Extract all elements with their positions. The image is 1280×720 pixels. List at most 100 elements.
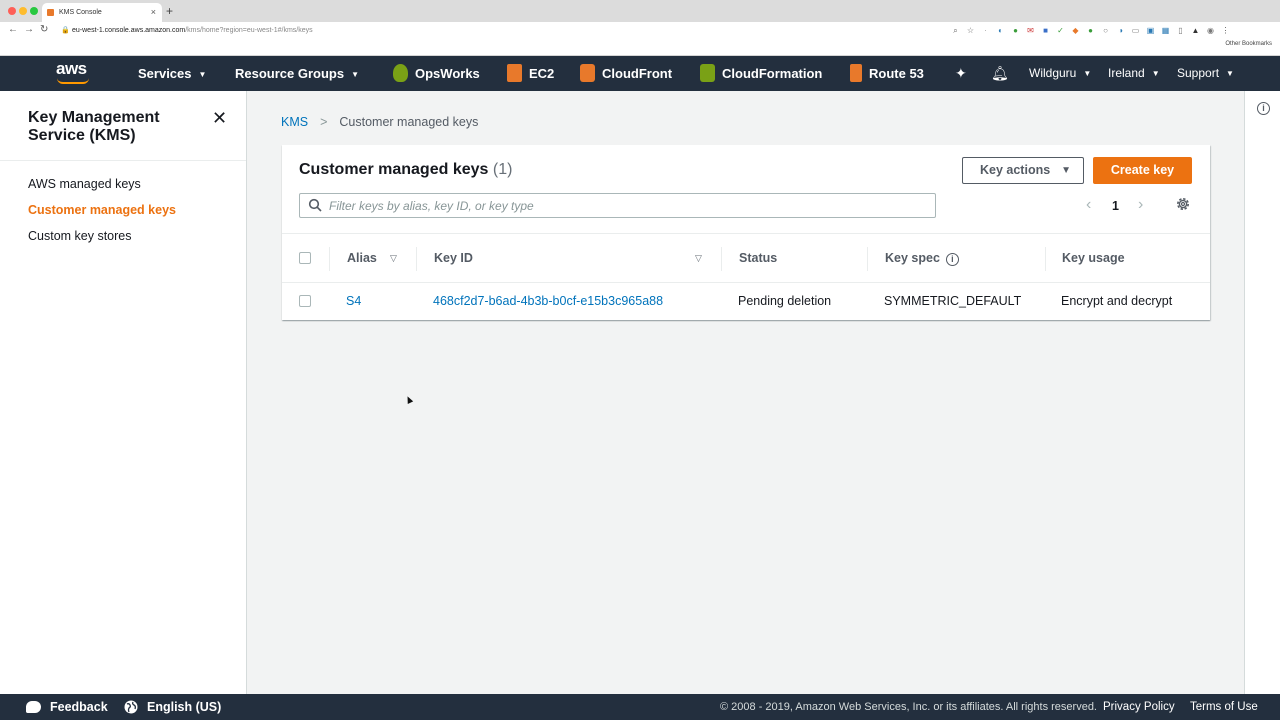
current-page-number[interactable]: 1 (1112, 199, 1119, 213)
info-icon[interactable]: i (1257, 102, 1270, 115)
next-page-button[interactable]: › (1138, 196, 1143, 214)
services-menu[interactable]: Services ▼ (138, 56, 206, 91)
feedback-button[interactable]: Feedback (26, 694, 108, 720)
shortcut-cloudfront[interactable]: CloudFront (580, 56, 672, 91)
sidebar-item-aws-managed-keys[interactable]: AWS managed keys (28, 177, 141, 191)
region-menu[interactable]: Ireland ▼ (1108, 56, 1160, 91)
extension-icon[interactable]: ▲ (1190, 25, 1201, 36)
panel-title-text: Customer managed keys (299, 161, 489, 178)
extension-icon[interactable]: ▣ (1145, 25, 1156, 36)
row-select-checkbox[interactable] (299, 295, 311, 307)
column-header-key-usage[interactable]: Key usage (1062, 234, 1125, 283)
pin-icon[interactable]: ✦ (955, 56, 967, 91)
browser-menu-icon[interactable]: ⋮ (1220, 25, 1231, 36)
help-rail: i (1244, 91, 1280, 694)
filter-field[interactable] (299, 193, 936, 218)
key-spec-label: Key spec (885, 251, 940, 265)
extension-icon[interactable]: ● (1010, 25, 1021, 36)
extension-icon[interactable]: ✉ (1025, 25, 1036, 36)
language-selector[interactable]: English (US) (124, 694, 221, 720)
column-header-key-id[interactable]: Key ID (434, 234, 473, 283)
extension-icon[interactable]: ✓ (1055, 25, 1066, 36)
table-row: S4 468cf2d7-b6ad-4b3b-b0cf-e15b3c965a88 … (282, 283, 1210, 320)
sidebar-item-customer-managed-keys[interactable]: Customer managed keys (28, 203, 176, 217)
shortcut-opsworks[interactable]: OpsWorks (393, 56, 480, 91)
key-actions-button[interactable]: Key actions ▼ (962, 157, 1084, 184)
shortcut-label: OpsWorks (415, 66, 480, 81)
resource-groups-menu[interactable]: Resource Groups ▼ (235, 56, 359, 91)
caret-down-icon: ▼ (1061, 165, 1071, 176)
cloudfront-icon (580, 64, 595, 82)
support-menu[interactable]: Support ▼ (1177, 56, 1234, 91)
extension-icon[interactable]: ▭ (1130, 25, 1141, 36)
services-label: Services (138, 66, 192, 81)
info-icon[interactable]: i (945, 253, 959, 266)
new-tab-button[interactable]: + (166, 2, 173, 21)
sort-icon[interactable]: ▽ (695, 234, 702, 283)
sort-icon[interactable]: ▽ (390, 234, 397, 283)
extension-icon[interactable]: ● (1085, 25, 1096, 36)
extension-icon[interactable]: · (980, 25, 991, 36)
extension-icon[interactable]: ▦ (1160, 25, 1171, 36)
zoom-icon[interactable]: ⌕ (950, 25, 961, 36)
address-bar[interactable]: 🔒 eu-west-1.console.aws.amazon.com/kms/h… (56, 23, 986, 38)
privacy-policy-link[interactable]: Privacy Policy (1103, 694, 1175, 720)
shortcut-ec2[interactable]: EC2 (507, 56, 554, 91)
column-header-status[interactable]: Status (739, 234, 777, 283)
speech-bubble-icon (26, 701, 41, 713)
panel-title: Customer managed keys (1) (299, 161, 512, 179)
breadcrumb-kms[interactable]: KMS (281, 115, 308, 129)
column-divider (1045, 247, 1046, 271)
account-menu[interactable]: Wildguru ▼ (1029, 56, 1091, 91)
shortcut-cloudformation[interactable]: CloudFormation (700, 56, 822, 91)
shortcut-route53[interactable]: Route 53 (850, 56, 924, 91)
resource-groups-label: Resource Groups (235, 66, 345, 81)
chevron-down-icon: ▼ (1151, 69, 1160, 78)
aws-logo[interactable]: aws (56, 59, 92, 87)
support-label: Support (1177, 66, 1220, 80)
route53-icon (850, 64, 862, 82)
lock-icon: 🔒 (61, 27, 70, 34)
sidebar-item-custom-key-stores[interactable]: Custom key stores (28, 229, 132, 243)
key-count: (1) (492, 161, 513, 178)
extension-icons: ⌕ ☆ · ◐ ● ✉ ■ ✓ ◆ ● ○ ◑ ▭ ▣ ▦ ▯ ▲ ◉ ⋮ (950, 25, 1231, 37)
browser-tab[interactable]: KMS Console × (42, 3, 162, 22)
close-icon[interactable]: ✕ (212, 109, 227, 127)
select-all-checkbox[interactable] (299, 252, 311, 264)
extension-icon[interactable]: ◆ (1070, 25, 1081, 36)
filter-input[interactable] (329, 194, 929, 217)
region-label: Ireland (1108, 66, 1145, 80)
previous-page-button[interactable]: ‹ (1086, 196, 1091, 214)
minimize-window-button[interactable] (19, 7, 27, 15)
extension-icon[interactable]: ▯ (1175, 25, 1186, 36)
other-bookmarks[interactable]: Other Bookmarks (1225, 41, 1272, 47)
extension-icon[interactable]: ◐ (995, 25, 1006, 36)
column-header-key-spec[interactable]: Key spec i (885, 234, 959, 283)
key-actions-label: Key actions (980, 163, 1051, 177)
back-button[interactable]: ← (8, 23, 18, 37)
forward-button[interactable]: → (24, 23, 34, 37)
breadcrumb: KMS > Customer managed keys (281, 115, 478, 129)
maximize-window-button[interactable] (30, 7, 38, 15)
bell-icon[interactable]: 🔔︎ (991, 56, 1009, 91)
gear-icon[interactable] (1175, 196, 1191, 212)
sidebar: Key Management Service (KMS) ✕ AWS manag… (0, 91, 247, 694)
extension-icon[interactable]: ◑ (1115, 25, 1126, 36)
url-host: eu-west-1.console.aws.amazon.com (72, 27, 186, 34)
aws-logo-text: aws (56, 59, 87, 78)
column-header-alias[interactable]: Alias (347, 234, 377, 283)
reload-button[interactable]: ↻ (40, 23, 48, 37)
close-window-button[interactable] (8, 7, 16, 15)
browser-chrome: KMS Console × + ← → ↻ 🔒 eu-west-1.consol… (0, 0, 1280, 56)
keys-panel: Customer managed keys (1) Key actions ▼ … (282, 145, 1210, 320)
create-key-button[interactable]: Create key (1093, 157, 1192, 184)
key-id-link[interactable]: 468cf2d7-b6ad-4b3b-b0cf-e15b3c965a88 (433, 283, 663, 320)
chevron-down-icon: ▼ (1083, 69, 1092, 78)
tab-close-icon[interactable]: × (151, 3, 156, 22)
key-alias-link[interactable]: S4 (346, 283, 361, 320)
profile-avatar-icon[interactable]: ◉ (1205, 25, 1216, 36)
extension-icon[interactable]: ○ (1100, 25, 1111, 36)
extension-icon[interactable]: ■ (1040, 25, 1051, 36)
bookmark-star-icon[interactable]: ☆ (965, 25, 976, 36)
terms-of-use-link[interactable]: Terms of Use (1190, 694, 1258, 720)
